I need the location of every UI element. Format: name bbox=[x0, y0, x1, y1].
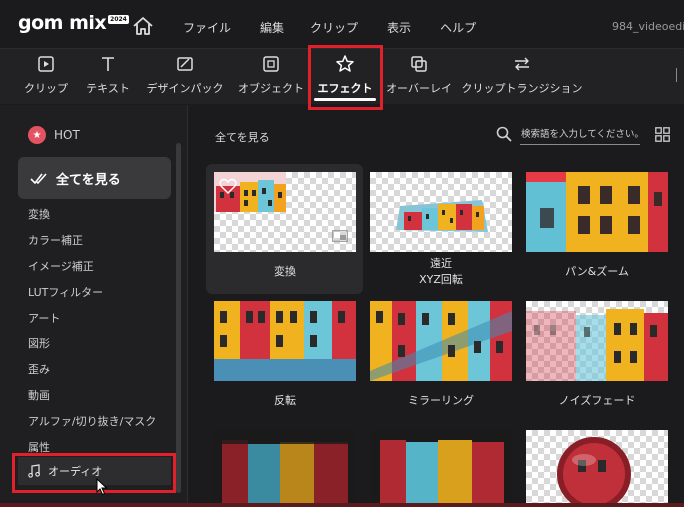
tool-text[interactable]: テキスト bbox=[86, 48, 130, 104]
effect-thumb-noise-fade[interactable] bbox=[526, 301, 668, 381]
tool-overlay[interactable]: オーバーレイ bbox=[386, 48, 452, 104]
effect-label: 遠近 bbox=[430, 257, 452, 270]
view-all-button[interactable]: 全てを見る bbox=[18, 157, 171, 199]
menu-file[interactable]: ファイル bbox=[183, 19, 231, 36]
view-all-label: 全てを見る bbox=[56, 172, 121, 188]
tool-label: オーバーレイ bbox=[386, 82, 452, 95]
effect-thumb-pan-zoom[interactable] bbox=[526, 172, 668, 252]
project-filename: 984_videoedit bbox=[612, 20, 684, 33]
hot-category[interactable]: ★ HOT bbox=[28, 126, 80, 144]
category-lut-filter[interactable]: LUTフィルター bbox=[28, 284, 103, 300]
effect-label: ミラーリング bbox=[408, 394, 474, 407]
clip-icon bbox=[38, 56, 54, 72]
content-title: 全てを見る bbox=[215, 131, 270, 144]
hot-label: HOT bbox=[54, 128, 80, 142]
category-video[interactable]: 動画 bbox=[28, 387, 50, 403]
effect-thumb-sphere[interactable] bbox=[526, 430, 668, 503]
highlight-box-audio bbox=[12, 453, 176, 493]
tool-label: クリップ bbox=[24, 82, 68, 95]
menu-clip[interactable]: クリップ bbox=[310, 19, 358, 36]
menu-edit[interactable]: 編集 bbox=[260, 19, 284, 36]
title-bar: gom mix 2024 ファイル 編集 クリップ 表示 ヘルプ 984_vid… bbox=[0, 0, 684, 48]
object-icon bbox=[263, 56, 279, 72]
category-image-correction[interactable]: イメージ補正 bbox=[28, 258, 94, 274]
sidebar-scrollbar[interactable] bbox=[176, 143, 181, 493]
menu-bar: ファイル 編集 クリップ 表示 ヘルプ bbox=[183, 19, 505, 36]
transition-icon bbox=[515, 57, 529, 71]
effect-label: パン&ズーム bbox=[565, 265, 629, 278]
app-logo: gom mix 2024 bbox=[18, 13, 129, 33]
text-icon bbox=[102, 57, 114, 71]
tool-clip-transition[interactable]: クリップトランジション bbox=[462, 48, 583, 104]
category-art[interactable]: アート bbox=[28, 310, 60, 326]
category-alpha-mask[interactable]: アルファ/切り抜き/マスク bbox=[28, 413, 156, 429]
effect-label: 変換 bbox=[274, 265, 296, 278]
effect-thumb-perspective[interactable] bbox=[370, 172, 512, 252]
category-transform[interactable]: 変換 bbox=[28, 206, 50, 222]
favorite-heart-icon[interactable] bbox=[219, 178, 237, 194]
home-icon[interactable] bbox=[132, 16, 154, 36]
mouse-cursor-icon bbox=[96, 478, 108, 496]
category-distortion[interactable]: 歪み bbox=[28, 361, 50, 377]
grid-view-icon[interactable] bbox=[655, 127, 670, 142]
menu-view[interactable]: 表示 bbox=[387, 19, 411, 36]
hot-star-icon: ★ bbox=[28, 126, 46, 144]
version-badge: 2024 bbox=[108, 15, 129, 24]
effect-label-line2: XYZ回転 bbox=[419, 273, 463, 286]
effect-thumb-flip[interactable] bbox=[214, 301, 356, 381]
toolbar-divider bbox=[676, 68, 680, 82]
tool-object[interactable]: オブジェクト bbox=[238, 48, 304, 104]
tool-label: クリップトランジション bbox=[461, 82, 583, 95]
category-shape[interactable]: 図形 bbox=[28, 335, 50, 351]
design-pack-icon bbox=[177, 57, 193, 71]
tool-label: オブジェクト bbox=[238, 82, 304, 95]
double-check-icon bbox=[30, 173, 47, 184]
effect-label: ノイズフェード bbox=[558, 394, 636, 407]
category-color-correction[interactable]: カラー補正 bbox=[28, 232, 83, 248]
logo-text: gom mix bbox=[18, 12, 107, 34]
tool-label: テキスト bbox=[86, 82, 130, 95]
highlight-box-effect bbox=[308, 45, 383, 110]
preview-icon[interactable] bbox=[332, 230, 348, 242]
effect-thumb-mirror[interactable] bbox=[370, 301, 512, 381]
tool-clip[interactable]: クリップ bbox=[24, 48, 68, 104]
tool-design-pack[interactable]: デザインパック bbox=[146, 48, 224, 104]
tool-label: デザインパック bbox=[146, 82, 224, 95]
menu-help[interactable]: ヘルプ bbox=[440, 19, 476, 36]
timeline-edge bbox=[0, 503, 684, 507]
effect-label: 反転 bbox=[274, 394, 296, 407]
search-input[interactable] bbox=[520, 125, 640, 145]
effect-thumb-vignette[interactable] bbox=[214, 430, 356, 503]
search-icon[interactable] bbox=[496, 126, 512, 142]
overlay-icon bbox=[411, 56, 427, 72]
effect-thumb-vignette-2[interactable] bbox=[370, 430, 512, 503]
